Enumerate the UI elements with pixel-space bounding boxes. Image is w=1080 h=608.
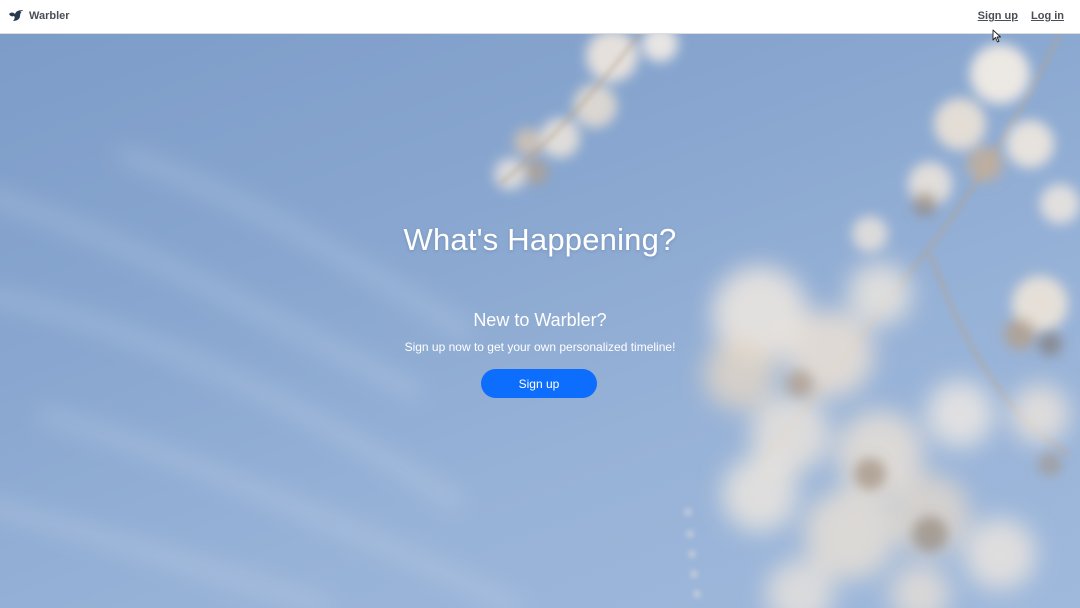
nav-links: Sign up Log in [965,10,1064,22]
mouse-pointer-icon [992,29,1001,43]
signup-button[interactable]: Sign up [481,369,597,398]
hero-content: What's Happening? New to Warbler? Sign u… [0,34,1080,608]
brand-name: Warbler [29,10,70,22]
nav-signup-link[interactable]: Sign up [978,10,1018,22]
bird-icon [9,10,23,21]
brand-link[interactable]: Warbler [8,8,70,24]
hero-subheading: New to Warbler? [473,310,607,330]
top-navbar: Warbler Sign up Log in [0,0,1080,34]
hero-headline: What's Happening? [403,222,677,257]
hero-tagline: Sign up now to get your own personalized… [404,340,676,354]
nav-login-link[interactable]: Log in [1031,10,1064,22]
hero-section: What's Happening? New to Warbler? Sign u… [0,34,1080,608]
